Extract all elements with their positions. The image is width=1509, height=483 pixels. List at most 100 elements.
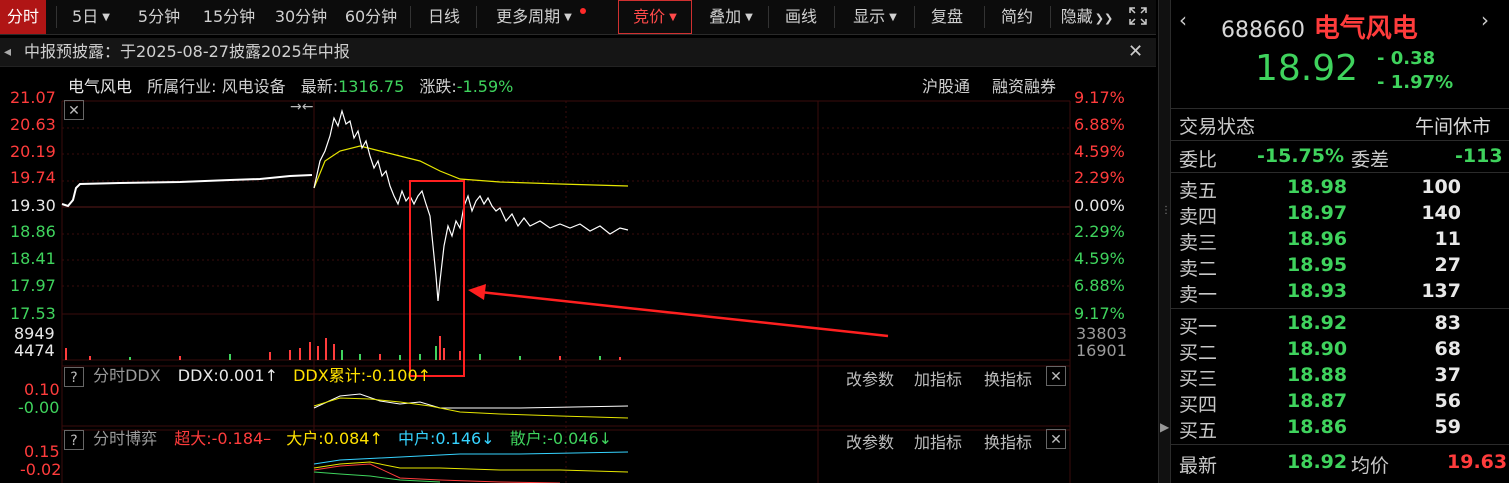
ddx-add-indicator-button[interactable]: 加指标 [914, 366, 962, 390]
overlay-dropdown[interactable]: 叠加 ▼ [700, 0, 762, 34]
change-label: 涨跌: [419, 77, 457, 96]
trading-status-label: 交易状态 [1179, 116, 1256, 138]
ddx-close-icon[interactable]: ✕ [1046, 366, 1066, 386]
boyi-modify-params-button[interactable]: 改参数 [846, 429, 894, 453]
zhonghu-value: 中户:0.146↓ [397, 429, 495, 448]
sell2-volume: 27 [1434, 254, 1461, 276]
dahu-line [313, 461, 629, 473]
stock-name: 电气风电 [68, 77, 133, 96]
boyi-switch-indicator-button[interactable]: 换指标 [984, 429, 1032, 453]
notice-bar: ◂ 中报预披露：于2025-08-27披露2025年中报 ✕ [0, 38, 1156, 67]
ddx-axis-label: -0.00 [18, 398, 60, 417]
tab-5min[interactable]: 5分钟 [128, 0, 190, 34]
divider [1171, 172, 1509, 173]
ddx-value: DDX:0.001↑ [177, 366, 278, 385]
boyi-add-indicator-button[interactable]: 加指标 [914, 429, 962, 453]
buy5-volume: 59 [1434, 416, 1461, 438]
expand-right-icon[interactable]: ▶ [1160, 420, 1169, 434]
sell5-volume: 100 [1421, 176, 1461, 198]
boyi-axis-label: -0.02 [20, 460, 62, 479]
ddx-title: 分时DDX [93, 366, 161, 385]
close-icon[interactable]: ✕ [1128, 38, 1143, 66]
sell3-volume: 11 [1434, 228, 1461, 250]
tab-daily[interactable]: 日线 [418, 0, 470, 34]
speaker-icon: ◂ [4, 44, 12, 60]
weicha-label: 委差 [1351, 149, 1390, 171]
dahu-value: 大户:0.084↑ [286, 429, 383, 448]
tab-30min[interactable]: 30分钟 [268, 0, 334, 34]
display-label: 显示 [853, 7, 886, 26]
caret-down-icon: ▼ [745, 12, 753, 23]
prev-stock-icon[interactable]: ‹ [1179, 8, 1187, 32]
latest-value: 18.92 [1287, 451, 1348, 473]
sell3-label: 卖三 [1179, 232, 1218, 254]
sell3-price: 18.96 [1287, 228, 1348, 250]
buy5-price: 18.86 [1287, 416, 1348, 438]
ddx-modify-params-button[interactable]: 改参数 [846, 366, 894, 390]
divider [984, 6, 985, 28]
change-value: -1.59% [456, 77, 514, 96]
collapse-arrows-icon[interactable]: →← [290, 99, 313, 115]
more-periods-dropdown[interactable]: 更多周期 ▼ [484, 0, 584, 34]
help-icon[interactable]: ? [64, 429, 84, 450]
divider [56, 6, 57, 28]
hgt-badge[interactable]: 沪股通 [922, 73, 970, 97]
help-icon[interactable]: ? [64, 366, 84, 387]
price-change-pct: - 1.97% [1377, 72, 1454, 93]
sell5-price: 18.98 [1287, 176, 1348, 198]
tab-15min[interactable]: 15分钟 [196, 0, 262, 34]
tab-fenshi[interactable]: 分时 [0, 0, 46, 34]
fullscreen-icon[interactable] [1124, 0, 1152, 34]
ddx-line [313, 393, 629, 409]
avg-price-label: 均价 [1351, 455, 1390, 477]
sell4-label: 卖四 [1179, 206, 1218, 228]
buy2-label: 买二 [1179, 342, 1218, 364]
draw-line-button[interactable]: 画线 [774, 0, 828, 34]
double-chevron-icon: ❯❯ [1094, 12, 1114, 25]
divider [476, 6, 477, 28]
divider [1171, 308, 1509, 309]
notification-dot-icon [580, 8, 586, 14]
rzrq-badge[interactable]: 融资融券 [992, 73, 1056, 97]
replay-button[interactable]: 复盘 [920, 0, 974, 34]
industry-text[interactable]: 所属行业: 风电设备 [147, 77, 285, 96]
buy1-label: 买一 [1179, 316, 1218, 338]
weicha-value: -113 [1455, 145, 1503, 167]
next-stock-icon[interactable]: › [1481, 8, 1489, 32]
divider [410, 6, 411, 28]
buy3-label: 买三 [1179, 368, 1218, 390]
chaoda-line [313, 463, 561, 483]
latest-index-label: 最新: [300, 77, 339, 96]
sanhu-line [313, 471, 441, 483]
buy1-volume: 83 [1434, 312, 1461, 334]
caret-down-icon: ▼ [564, 12, 572, 23]
tab-60min[interactable]: 60分钟 [338, 0, 404, 34]
jingjia-dropdown[interactable]: 竞价 ▼ [618, 0, 692, 34]
boyi-close-icon[interactable]: ✕ [1046, 429, 1066, 449]
simple-button[interactable]: 简约 [990, 0, 1044, 34]
notice-text[interactable]: 中报预披露：于2025-08-27披露2025年中报 [24, 38, 350, 66]
buy3-volume: 37 [1434, 364, 1461, 386]
close-icon[interactable]: ✕ [64, 100, 84, 120]
sell1-volume: 137 [1421, 280, 1461, 302]
average-price-line [313, 145, 629, 189]
divider [1171, 444, 1509, 445]
display-dropdown[interactable]: 显示 ▼ [842, 0, 908, 34]
stock-code: 688660 [1221, 18, 1305, 43]
caret-down-icon: ▼ [669, 12, 677, 23]
divider [1171, 108, 1509, 109]
intraday-chart[interactable] [0, 96, 1160, 483]
ddx-switch-indicator-button[interactable]: 换指标 [984, 366, 1032, 390]
buy4-price: 18.87 [1287, 390, 1348, 412]
period-toolbar: 分时 5日 ▼ 5分钟 15分钟 30分钟 60分钟 日线 更多周期 ▼ 竞价 ▼ 叠… [0, 0, 1156, 35]
divider [768, 6, 769, 28]
boyi-axis-label: 0.15 [24, 442, 60, 461]
stock-info-row: 电气风电 所属行业: 风电设备 最新:1316.75 涨跌:-1.59% [68, 73, 513, 97]
sanhu-value: 散户:-0.046↓ [509, 429, 613, 448]
stock-title: 电气风电 [1313, 14, 1418, 44]
caret-down-icon: ▼ [889, 12, 897, 23]
chart-grid [61, 100, 1071, 483]
hide-button[interactable]: 隐藏 ❯❯ [1054, 0, 1120, 34]
avg-price-value: 19.63 [1447, 451, 1508, 473]
tab-5day[interactable]: 5日 ▼ [62, 0, 120, 34]
